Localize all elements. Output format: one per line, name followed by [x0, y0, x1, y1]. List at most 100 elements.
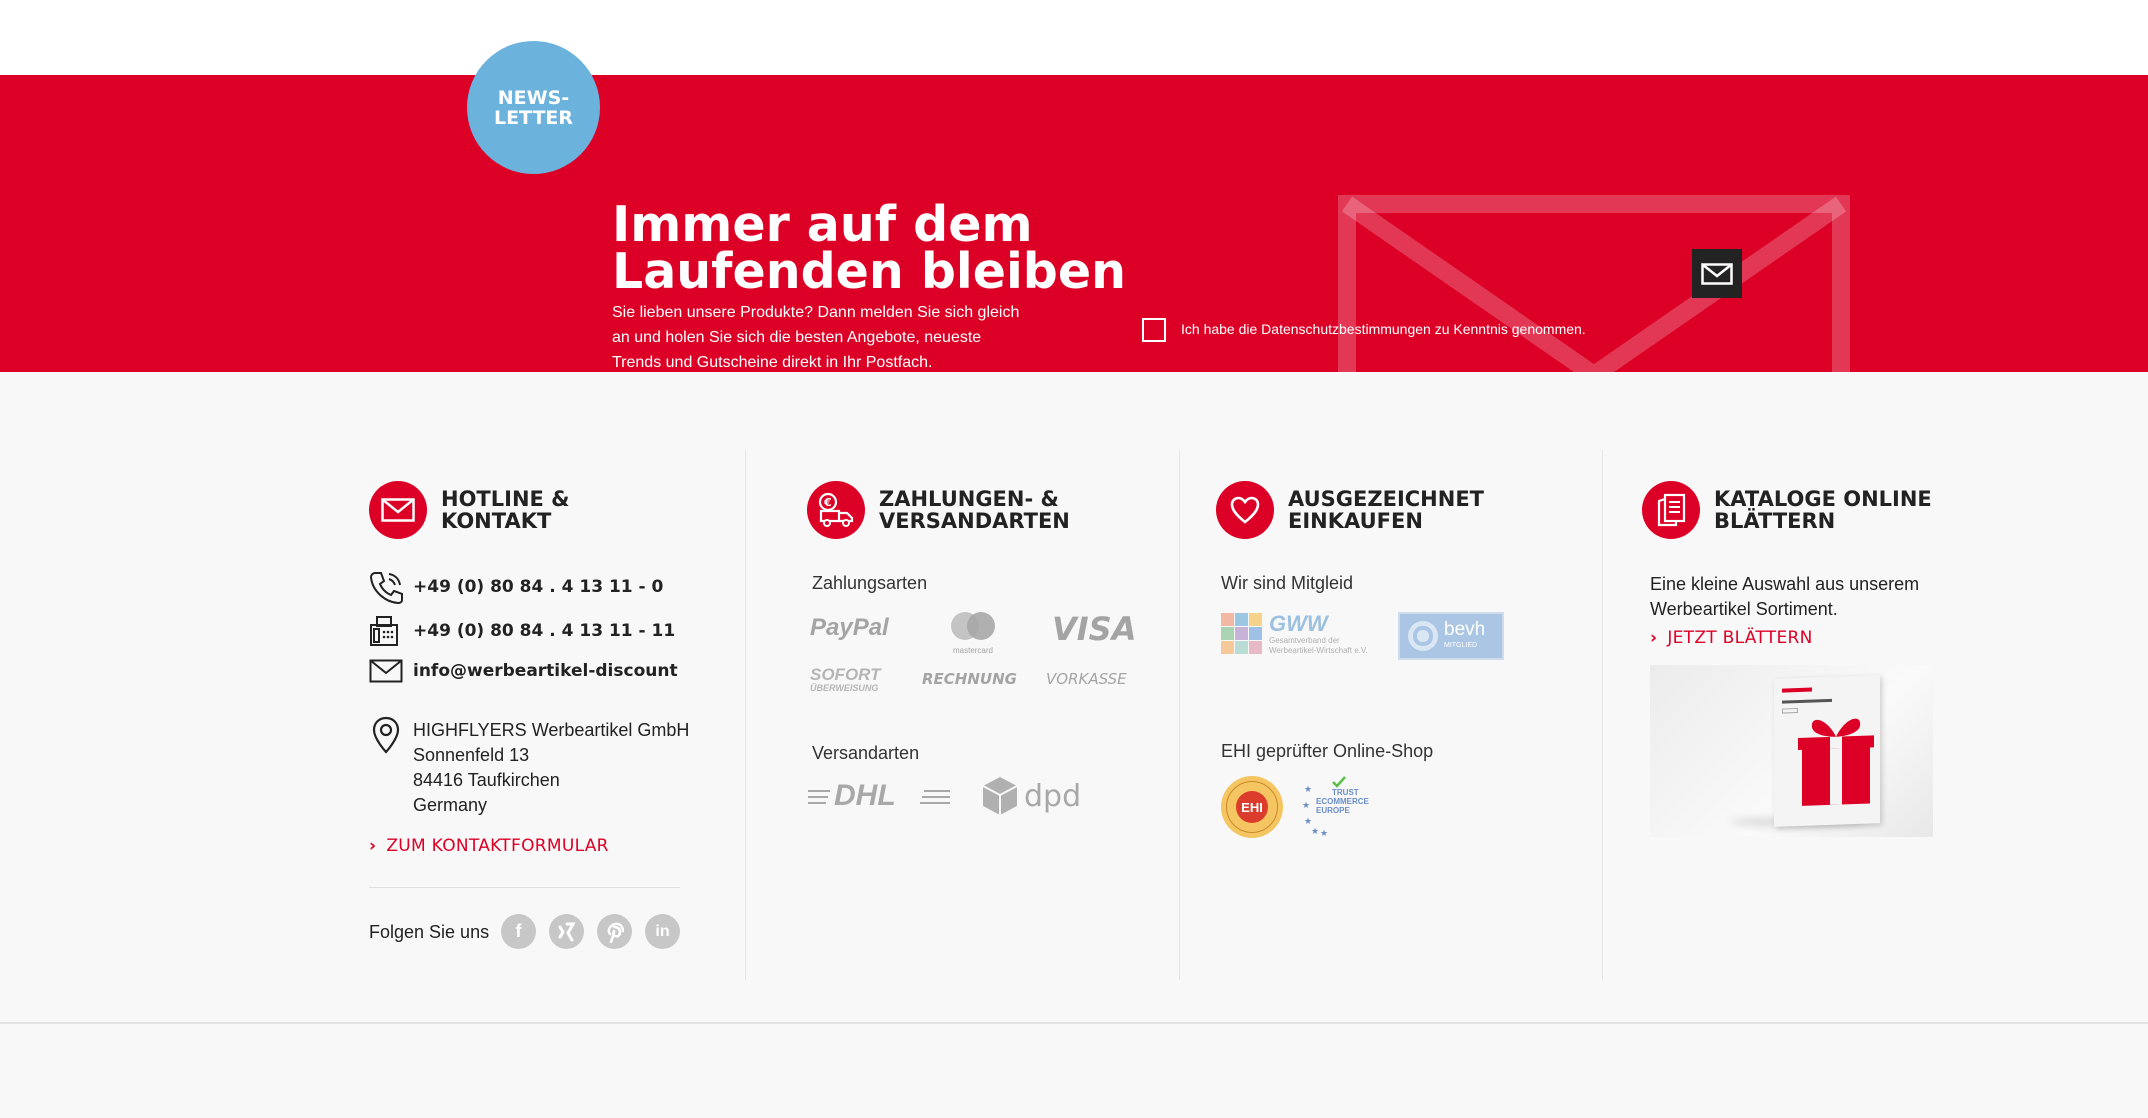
- browse-catalog-link-label[interactable]: JETZT BLÄTTERN: [1667, 628, 1812, 648]
- dpd-label: dpd: [1024, 778, 1082, 814]
- mastercard-label: mastercard: [952, 646, 993, 655]
- svg-text:★: ★: [1304, 784, 1312, 794]
- trusted-ecommerce-europe-logo[interactable]: ★ ★ ★ ★ ★ TRUST ECOMMERCE EUROPE: [1302, 776, 1378, 838]
- catalog-brand-bar: [1782, 687, 1812, 693]
- catalog-title-line2: BLÄTTERN: [1714, 509, 1836, 533]
- address-line: Sonnenfeld 13: [413, 745, 530, 765]
- dhl-logo: DHL: [808, 779, 950, 813]
- column-divider: [1602, 450, 1603, 980]
- membership-label: Wir sind Mitgleid: [1221, 573, 1354, 593]
- newsletter-badge: NEWS-LETTER: [467, 41, 600, 174]
- payment-title-line1: ZAHLUNGEN- &: [879, 487, 1059, 511]
- awards-title-line2: EINKAUFEN: [1288, 509, 1423, 533]
- phone-icon: [369, 570, 405, 604]
- fax-row: +49 (0) 80 84 . 4 13 11 - 11: [369, 615, 675, 647]
- newsletter-submit-button[interactable]: [1692, 249, 1742, 298]
- trust-label: TRUST: [1332, 788, 1359, 797]
- heart-icon: [1216, 481, 1274, 539]
- page: Immer auf dem Laufenden bleiben Sie lieb…: [0, 0, 2148, 1118]
- visa-logo: VISA: [1052, 610, 1137, 648]
- awards-heading: AUSGEZEICHNET EINKAUFEN: [1216, 481, 1484, 539]
- rechnung-logo: RECHNUNG: [922, 670, 1017, 688]
- address-line: 84416 Taufkirchen: [413, 770, 560, 790]
- phone-number[interactable]: +49 (0) 80 84 . 4 13 11 - 0: [413, 577, 663, 597]
- catalog-title-line1: KATALOGE ONLINE: [1714, 487, 1932, 511]
- newsletter-description: Sie lieben unsere Produkte? Dann melden …: [612, 304, 1020, 371]
- sofort-label: SOFORT: [810, 665, 881, 684]
- svg-text:★: ★: [1311, 826, 1319, 836]
- payment-title: ZAHLUNGEN- & VERSANDARTEN: [879, 488, 1070, 532]
- payment-title-line2: VERSANDARTEN: [879, 509, 1070, 533]
- svg-text:★: ★: [1304, 816, 1312, 826]
- linkedin-icon[interactable]: in: [645, 914, 680, 949]
- hotline-title-line2: KONTAKT: [441, 509, 552, 533]
- catalog-book-icon: [1642, 481, 1700, 539]
- footer-divider: [0, 1022, 2148, 1024]
- catalog-heading: KATALOGE ONLINE BLÄTTERN: [1642, 481, 1932, 539]
- ueberweisung-label: ÜBERWEISUNG: [810, 683, 879, 693]
- dpd-logo: dpd: [982, 776, 1081, 816]
- shipping-methods-label: Versandarten: [812, 743, 920, 763]
- company-address: HIGHFLYERS Werbeartikel GmbH Sonnenfeld …: [413, 718, 689, 818]
- follow-us-label: Folgen Sie uns: [369, 922, 490, 942]
- fax-number: +49 (0) 80 84 . 4 13 11 - 11: [413, 621, 676, 641]
- gww-label: GWW: [1269, 611, 1328, 636]
- bevh-subtitle: MITGLIED: [1444, 642, 1478, 649]
- chevron-right-icon: ›: [1650, 628, 1658, 648]
- ehi-seal-ring: [1226, 781, 1278, 833]
- xing-icon[interactable]: [549, 914, 584, 949]
- email-row[interactable]: info@werbeartikel-discount: [369, 659, 678, 683]
- address-line: Germany: [413, 795, 488, 815]
- divider: [369, 887, 680, 888]
- catalog-description: Eine kleine Auswahl aus unserem Werbeart…: [1650, 574, 1920, 619]
- gww-subtitle: Werbeartikel-Wirtschaft e.V.: [1269, 646, 1368, 655]
- top-bar: [0, 0, 2148, 75]
- column-divider: [1179, 450, 1180, 980]
- gww-subtitle: Gesamtverband der: [1269, 636, 1340, 645]
- browse-catalog-link[interactable]: › JETZT BLÄTTERN: [1650, 628, 1813, 648]
- contact-form-link[interactable]: › ZUM KONTAKTFORMULAR: [369, 836, 609, 856]
- gww-logo[interactable]: GWW Gesamtverband der Werbeartikel-Wirts…: [1221, 611, 1371, 657]
- mail-circle-icon: [369, 481, 427, 539]
- address-line: HIGHFLYERS Werbeartikel GmbH: [413, 720, 690, 740]
- location-pin-icon: [372, 716, 400, 754]
- catalog-cover-image[interactable]: [1650, 665, 1933, 837]
- paypal-logo: PayPal: [810, 614, 889, 641]
- privacy-checkbox[interactable]: [1142, 318, 1166, 342]
- ehi-label: EHI geprüfter Online-Shop: [1221, 741, 1434, 761]
- envelope-icon: [1701, 262, 1733, 285]
- dhl-label: DHL: [834, 779, 896, 812]
- bevh-logo[interactable]: bevh MITGLIED: [1398, 612, 1504, 660]
- trust-label: EUROPE: [1316, 806, 1350, 815]
- mastercard-logo: mastercard: [945, 611, 1001, 655]
- envelope-background-icon: [1338, 195, 1850, 372]
- email-link[interactable]: info@werbeartikel-discount: [413, 661, 678, 681]
- contact-form-link-label[interactable]: ZUM KONTAKTFORMULAR: [386, 836, 608, 856]
- catalog-title-bar: [1782, 698, 1832, 704]
- ehi-seal-logo[interactable]: EHI: [1221, 776, 1283, 838]
- svg-text:★: ★: [1302, 800, 1310, 810]
- vorkasse-logo: VORKASSE: [1046, 670, 1127, 688]
- phone-row[interactable]: +49 (0) 80 84 . 4 13 11 - 0: [369, 570, 663, 604]
- svg-text:€: €: [823, 496, 832, 509]
- fax-icon: [369, 615, 405, 647]
- hotline-title-line1: HOTLINE &: [441, 487, 570, 511]
- privacy-checkbox-label[interactable]: Ich habe die Datenschutzbestimmungen zu …: [1181, 321, 1586, 337]
- payment-methods-label: Zahlungsarten: [812, 573, 928, 593]
- email-icon: [369, 659, 405, 683]
- newsletter-title: Immer auf dem Laufenden bleiben: [612, 196, 1126, 300]
- awards-title: AUSGEZEICHNET EINKAUFEN: [1288, 488, 1484, 532]
- payment-heading: € ZAHLUNGEN- & VERSANDARTEN: [807, 481, 1070, 539]
- gift-icon: [1798, 718, 1874, 806]
- newsletter-title-line2: Laufenden bleiben: [612, 243, 1126, 300]
- pinterest-icon[interactable]: [597, 914, 632, 949]
- chevron-right-icon: ›: [369, 836, 377, 856]
- newsletter-title-line1: Immer auf dem: [612, 196, 1033, 253]
- delivery-truck-icon: €: [807, 481, 865, 539]
- sofort-logo: SOFORT ÜBERWEISUNG: [810, 665, 881, 693]
- newsletter-banner: Immer auf dem Laufenden bleiben Sie lieb…: [0, 75, 2148, 372]
- facebook-icon[interactable]: f: [501, 914, 536, 949]
- hotline-title: HOTLINE & KONTAKT: [441, 488, 570, 532]
- svg-text:★: ★: [1320, 828, 1328, 838]
- hotline-heading: HOTLINE & KONTAKT: [369, 481, 570, 539]
